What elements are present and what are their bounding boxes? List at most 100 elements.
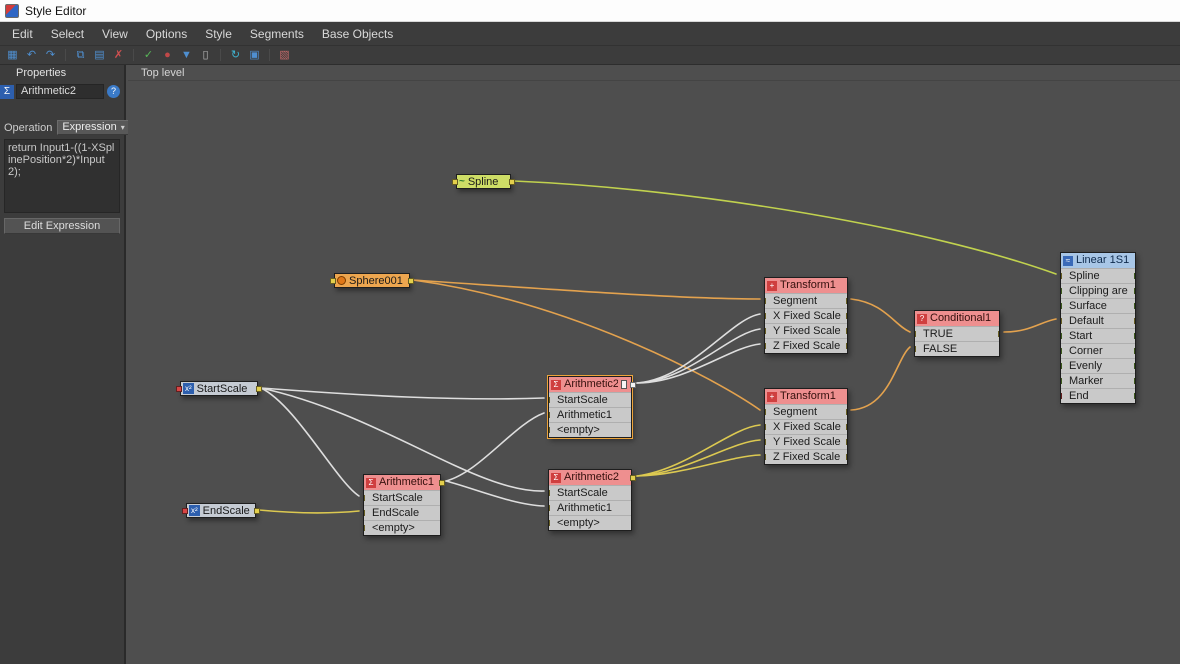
- node-header[interactable]: Σ Arithmetic2: [549, 470, 636, 485]
- input-port[interactable]: [765, 454, 766, 460]
- output-port[interactable]: [846, 328, 847, 334]
- input-port[interactable]: [1061, 363, 1062, 369]
- input-port[interactable]: [549, 505, 550, 511]
- input-port[interactable]: [1061, 333, 1062, 339]
- node-graph-canvas[interactable]: Top level ~ Spline Sphere001 x² StartSca…: [128, 65, 1180, 664]
- input-port[interactable]: [549, 397, 550, 403]
- wire-spline-to-linear[interactable]: [513, 180, 1057, 275]
- output-port[interactable]: [1134, 303, 1135, 309]
- output-port[interactable]: [630, 381, 636, 388]
- input-port[interactable]: [182, 507, 188, 514]
- node-transform1-bottom[interactable]: + Transform1 Segment X Fixed Scale Y Fix…: [764, 388, 848, 465]
- input-port[interactable]: [765, 409, 766, 415]
- input-port[interactable]: [330, 277, 336, 284]
- node-arithmetic1[interactable]: Σ Arithmetic1 StartScale EndScale <empty…: [363, 474, 445, 536]
- output-port[interactable]: [1134, 393, 1135, 399]
- wire-arith2b-to-xscale[interactable]: [636, 424, 761, 477]
- input-port[interactable]: [1061, 303, 1062, 309]
- output-port[interactable]: [1134, 288, 1135, 294]
- output-port[interactable]: [439, 479, 445, 486]
- toolbar-redo-icon[interactable]: ↷: [43, 48, 58, 63]
- input-port[interactable]: [765, 313, 766, 319]
- input-port[interactable]: [765, 298, 766, 304]
- input-port[interactable]: [1061, 288, 1062, 294]
- wire-arith1-to-arith2a[interactable]: [445, 412, 545, 482]
- wire-conditional-to-linear[interactable]: [1003, 318, 1057, 333]
- input-port[interactable]: [364, 495, 365, 501]
- node-endscale[interactable]: x² EndScale: [182, 503, 260, 518]
- input-port[interactable]: [364, 525, 365, 531]
- node-header[interactable]: Σ Arithmetic2: [549, 377, 636, 392]
- node-transform1-top[interactable]: + Transform1 Segment X Fixed Scale Y Fix…: [764, 277, 848, 354]
- toolbar-paste-icon[interactable]: ▤: [92, 48, 107, 63]
- node-name-field[interactable]: Arithmetic2: [16, 84, 104, 99]
- output-port[interactable]: [256, 385, 262, 392]
- toolbar-apply-icon[interactable]: ✓: [141, 48, 156, 63]
- output-port[interactable]: [1134, 273, 1135, 279]
- edit-expression-button[interactable]: Edit Expression: [4, 218, 120, 234]
- input-port[interactable]: [765, 328, 766, 334]
- output-port[interactable]: [509, 178, 515, 185]
- output-port[interactable]: [1134, 348, 1135, 354]
- input-port[interactable]: [1061, 378, 1062, 384]
- input-port[interactable]: [1061, 318, 1062, 324]
- operation-dropdown[interactable]: Expression ▾: [57, 120, 130, 135]
- toolbar-layout-icon[interactable]: ▧: [277, 48, 292, 63]
- properties-tab[interactable]: Properties: [0, 65, 124, 81]
- toolbar-trash-icon[interactable]: ▯: [198, 48, 213, 63]
- output-port[interactable]: [846, 409, 847, 415]
- output-port[interactable]: [1134, 363, 1135, 369]
- toolbar-mute-icon[interactable]: ●: [160, 48, 175, 63]
- node-linear-1s1[interactable]: ≈ Linear 1S1 Spline Clipping are Surface: [1060, 252, 1136, 404]
- wire-arith1-to-arith2b[interactable]: [445, 480, 545, 507]
- toolbar-delete-icon[interactable]: ✗: [111, 48, 126, 63]
- input-port[interactable]: [549, 412, 550, 418]
- output-port[interactable]: [1134, 378, 1135, 384]
- output-port[interactable]: [846, 424, 847, 430]
- node-header[interactable]: ≈ Linear 1S1: [1061, 253, 1135, 268]
- output-port[interactable]: [846, 454, 847, 460]
- toolbar-copy-icon[interactable]: ⧉: [73, 48, 88, 63]
- expression-editor[interactable]: return Input1-((1-XSplinePosition*2)*Inp…: [4, 139, 120, 213]
- input-port[interactable]: [1061, 348, 1062, 354]
- node-arithmetic2-bottom[interactable]: Σ Arithmetic2 StartScale Arithmetic1 <em…: [548, 469, 636, 531]
- wire-startscale-to-arith2a[interactable]: [260, 387, 545, 400]
- node-conditional1[interactable]: ? Conditional1 TRUE FALSE: [914, 310, 1000, 357]
- input-port[interactable]: [364, 510, 365, 516]
- help-icon[interactable]: ?: [107, 85, 120, 98]
- toolbar-undo-icon[interactable]: ↶: [24, 48, 39, 63]
- node-header[interactable]: + Transform1: [765, 278, 847, 293]
- input-port[interactable]: [915, 331, 916, 337]
- input-port[interactable]: [549, 427, 550, 433]
- menu-select[interactable]: Select: [42, 24, 93, 44]
- output-port[interactable]: [846, 313, 847, 319]
- output-port[interactable]: [1134, 318, 1135, 324]
- input-port[interactable]: [1061, 273, 1062, 279]
- menu-base-objects[interactable]: Base Objects: [313, 24, 402, 44]
- menu-view[interactable]: View: [93, 24, 137, 44]
- input-port[interactable]: [549, 490, 550, 496]
- node-spline[interactable]: ~ Spline: [452, 174, 515, 189]
- node-startscale[interactable]: x² StartScale: [176, 381, 262, 396]
- output-port[interactable]: [846, 343, 847, 349]
- output-port[interactable]: [630, 474, 636, 481]
- node-header[interactable]: ? Conditional1: [915, 311, 999, 326]
- output-port[interactable]: [998, 331, 999, 337]
- input-port[interactable]: [765, 343, 766, 349]
- input-port[interactable]: [176, 385, 182, 392]
- node-header[interactable]: Σ Arithmetic1: [364, 475, 445, 490]
- output-port[interactable]: [254, 507, 260, 514]
- wire-endscale-to-arith1[interactable]: [258, 509, 360, 514]
- node-sphere001[interactable]: Sphere001: [330, 273, 414, 288]
- node-arithmetic2-top[interactable]: Σ Arithmetic2 StartScale Arithmetic1 <em…: [548, 376, 636, 438]
- toolbar-frame-icon[interactable]: ▣: [247, 48, 262, 63]
- input-port[interactable]: [765, 439, 766, 445]
- toolbar-filter-icon[interactable]: ▼: [179, 48, 194, 63]
- wire-arith2a-to-zscale[interactable]: [636, 343, 761, 384]
- menu-segments[interactable]: Segments: [241, 24, 313, 44]
- input-port[interactable]: [452, 178, 458, 185]
- menu-options[interactable]: Options: [137, 24, 196, 44]
- output-port[interactable]: [1134, 333, 1135, 339]
- input-port[interactable]: [549, 520, 550, 526]
- wire-startscale-to-arith1[interactable]: [260, 387, 360, 497]
